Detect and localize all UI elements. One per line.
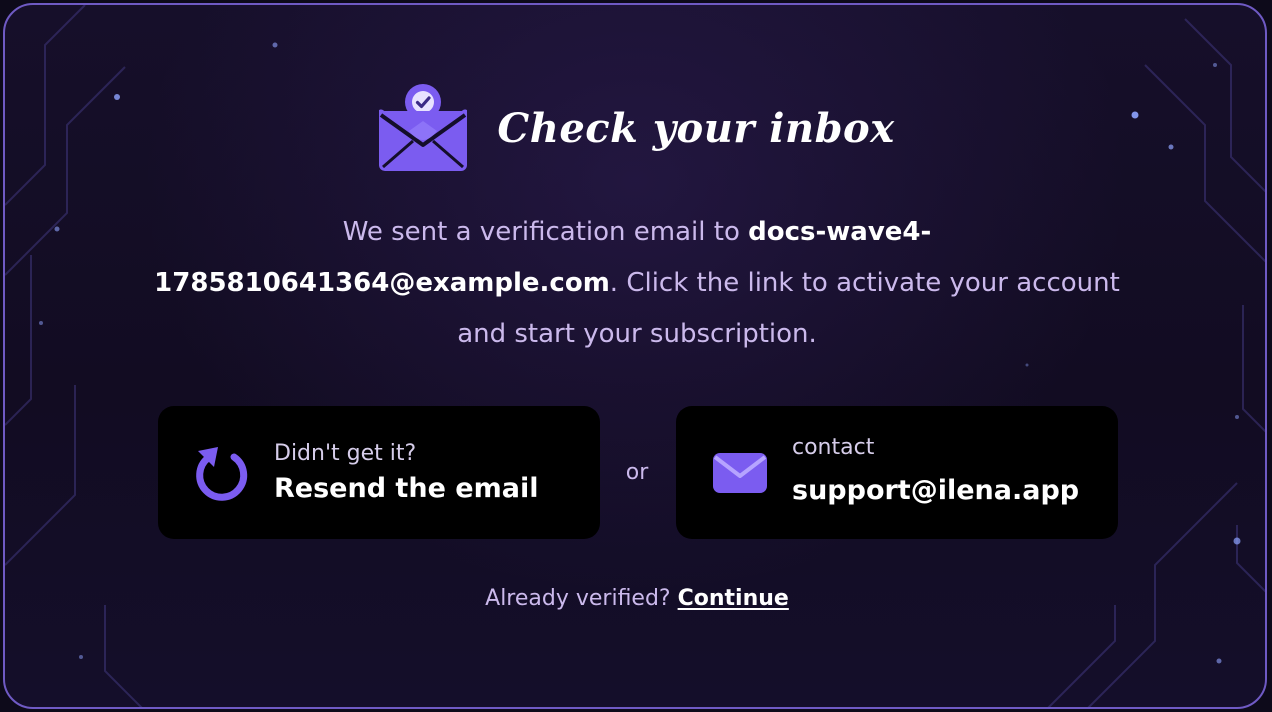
verification-message: We sent a verification email to docs-wav… <box>145 207 1129 360</box>
refresh-icon <box>196 447 248 501</box>
continue-link[interactable]: Continue <box>678 586 789 611</box>
mail-icon <box>713 453 767 493</box>
page-title: Check your inbox <box>497 104 895 152</box>
verification-card: Check your inbox We sent a verification … <box>3 3 1267 709</box>
contact-support-button[interactable]: contact support@ilena.app <box>676 406 1118 539</box>
support-email: support@ilena.app <box>792 475 1080 506</box>
separator-text: or <box>625 460 649 485</box>
resend-email-button[interactable]: Didn't get it? Resend the email <box>158 406 600 539</box>
contact-hint-label: contact <box>792 435 875 460</box>
resend-label: Resend the email <box>274 473 539 504</box>
header: Check your inbox <box>5 83 1265 173</box>
message-prefix: We sent a verification email to <box>342 217 749 247</box>
already-verified-text: Already verified? <box>485 586 671 611</box>
mail-check-icon <box>379 84 468 171</box>
footer: Already verified? Continue <box>5 586 1265 611</box>
resend-hint-label: Didn't get it? <box>274 441 417 466</box>
